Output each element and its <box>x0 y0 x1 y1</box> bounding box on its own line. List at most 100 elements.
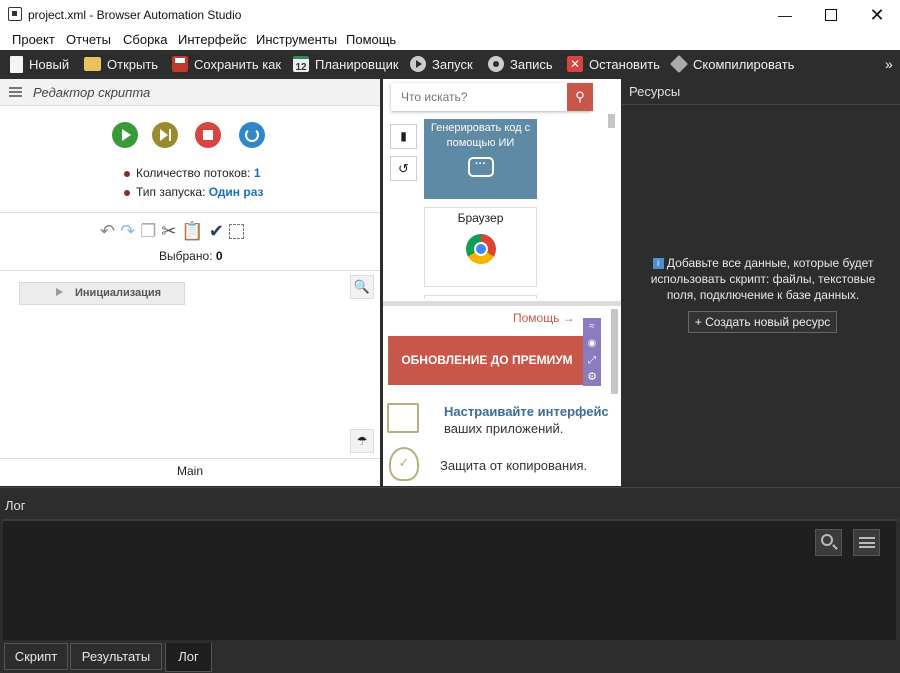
chrome-icon <box>465 234 496 264</box>
bookmark-icon: ▮ <box>400 129 407 143</box>
monitor-icon <box>387 403 419 433</box>
maximize-button[interactable] <box>808 0 854 30</box>
init-action-label: Инициализация <box>75 287 162 299</box>
menu-project[interactable]: Проект <box>12 32 55 47</box>
panel-splitter[interactable] <box>383 301 621 306</box>
divider <box>0 212 380 213</box>
copy-icon[interactable]: ❐ <box>140 221 156 242</box>
wifi-icon[interactable]: ≈ <box>583 318 601 335</box>
restart-icon <box>245 128 259 142</box>
bullet-icon <box>124 189 130 196</box>
debug-button[interactable]: ☂ <box>350 429 374 453</box>
browser-card[interactable]: Браузер <box>424 207 537 287</box>
stop-script-button[interactable] <box>195 122 221 148</box>
threads-value[interactable]: 1 <box>254 166 261 180</box>
search-icon: 🔍 <box>353 279 371 294</box>
save-as-button[interactable]: Сохранить как <box>172 50 281 78</box>
record-button[interactable]: Запись <box>488 50 553 78</box>
resources-panel: Ресурсы i Добавьте все данные, которые б… <box>622 79 900 486</box>
ai-code-card[interactable]: Генерировать код с помощью ИИ ··· <box>424 119 537 199</box>
script-editor-header: Редактор скрипта <box>0 79 380 106</box>
run-button[interactable]: Запуск <box>410 50 473 78</box>
redo-icon[interactable]: ↷ <box>120 221 135 242</box>
menu-tools[interactable]: Инструменты <box>256 32 337 47</box>
scrollbar-thumb[interactable] <box>608 114 615 128</box>
new-button[interactable]: Новый <box>10 50 69 78</box>
folder-icon <box>84 57 101 71</box>
next-card-edge <box>424 295 537 299</box>
calendar-icon: 12 <box>293 56 309 73</box>
open-label: Открыть <box>107 56 159 72</box>
help-link[interactable]: Помощь → <box>513 311 575 325</box>
divider <box>0 458 380 459</box>
init-action-block[interactable]: Инициализация <box>19 282 185 305</box>
file-icon <box>10 55 23 73</box>
tab-log[interactable]: Лог <box>165 643 212 672</box>
log-title: Лог <box>5 498 26 513</box>
create-resource-button[interactable]: + Создать новый ресурс <box>688 311 837 333</box>
search-icon <box>821 534 833 546</box>
resources-info: i Добавьте все данные, которые будет исп… <box>640 255 886 303</box>
cube-icon <box>669 54 689 74</box>
run-label: Запуск <box>432 56 473 72</box>
feature-protection: Защита от копирования. <box>440 458 588 473</box>
expand-icon[interactable]: ⤢ <box>583 352 601 369</box>
main-function-tab[interactable]: Main <box>0 464 380 478</box>
divider <box>622 104 900 105</box>
selected-info: Выбрано: 0 <box>159 249 223 263</box>
restart-button[interactable] <box>239 122 265 148</box>
open-button[interactable]: Открыть <box>84 50 158 78</box>
step-button[interactable] <box>152 122 178 148</box>
log-panel: Лог Скрипт Результаты Лог <box>0 487 900 673</box>
history-button[interactable]: ↺ <box>390 156 417 181</box>
edit-toolbar: ↶ ↷ ❐ ✂ 📋 ✔ <box>100 221 244 242</box>
target-icon[interactable]: ◉ <box>583 335 601 352</box>
hamburger-menu-icon[interactable] <box>9 87 22 97</box>
close-button[interactable]: ✕ <box>854 0 900 30</box>
selected-value: 0 <box>215 249 223 263</box>
search-actions-button[interactable]: 🔍 <box>350 275 374 299</box>
settings-gear-icon[interactable]: ⚙ <box>583 369 601 386</box>
select-area-icon[interactable] <box>228 224 244 239</box>
script-editor-title: Редактор скрипта <box>33 85 151 100</box>
script-editor-panel: Редактор скрипта Количество потоков: 1 Т… <box>0 79 380 486</box>
log-menu-button[interactable] <box>853 529 880 556</box>
play-icon <box>122 129 131 141</box>
save-as-label: Сохранить как <box>194 56 282 72</box>
check-all-icon[interactable]: ✔ <box>209 221 224 242</box>
promo-scrollbar[interactable] <box>611 309 618 394</box>
compile-button[interactable]: Скомпилировать <box>669 50 794 78</box>
resources-title: Ресурсы <box>629 84 681 99</box>
bookmark-button[interactable]: ▮ <box>390 124 417 149</box>
tab-script[interactable]: Скрипт <box>4 643 68 670</box>
app-icon <box>8 7 22 21</box>
side-tools-strip: ≈ ◉ ⤢ ⚙ <box>583 318 601 386</box>
stop-button[interactable]: ✕ Остановить <box>567 50 660 78</box>
minimize-button[interactable]: — <box>762 0 808 30</box>
toolbar-more-button[interactable]: » <box>885 50 893 78</box>
bug-icon: ☂ <box>356 434 368 448</box>
search-button[interactable]: ⚲ <box>567 83 593 111</box>
expand-icon[interactable] <box>56 288 63 296</box>
log-output[interactable] <box>3 521 896 640</box>
menu-build[interactable]: Сборка <box>123 32 168 47</box>
launch-value[interactable]: Один раз <box>209 185 264 199</box>
actions-search-input[interactable] <box>391 83 563 111</box>
info-icon: i <box>652 258 664 270</box>
premium-upgrade-button[interactable]: ОБНОВЛЕНИЕ ДО ПРЕМИУМ <box>388 336 586 385</box>
play-button[interactable] <box>112 122 138 148</box>
log-search-button[interactable] <box>815 529 842 556</box>
stop-icon: ✕ <box>567 56 583 72</box>
menu-interface[interactable]: Интерфейс <box>178 32 246 47</box>
record-label: Запись <box>510 56 553 72</box>
menu-help[interactable]: Помощь <box>346 32 396 47</box>
stop-label: Остановить <box>589 56 660 72</box>
undo-icon[interactable]: ↶ <box>100 221 115 242</box>
tab-results[interactable]: Результаты <box>70 643 162 670</box>
title-bar: project.xml - Browser Automation Studio … <box>0 0 900 30</box>
cut-icon[interactable]: ✂ <box>161 221 176 242</box>
paste-icon[interactable]: 📋 <box>181 221 203 242</box>
scheduler-button[interactable]: 12 Планировщик <box>293 50 399 78</box>
menu-reports[interactable]: Отчеты <box>66 32 111 47</box>
chat-icon: ··· <box>467 157 494 177</box>
